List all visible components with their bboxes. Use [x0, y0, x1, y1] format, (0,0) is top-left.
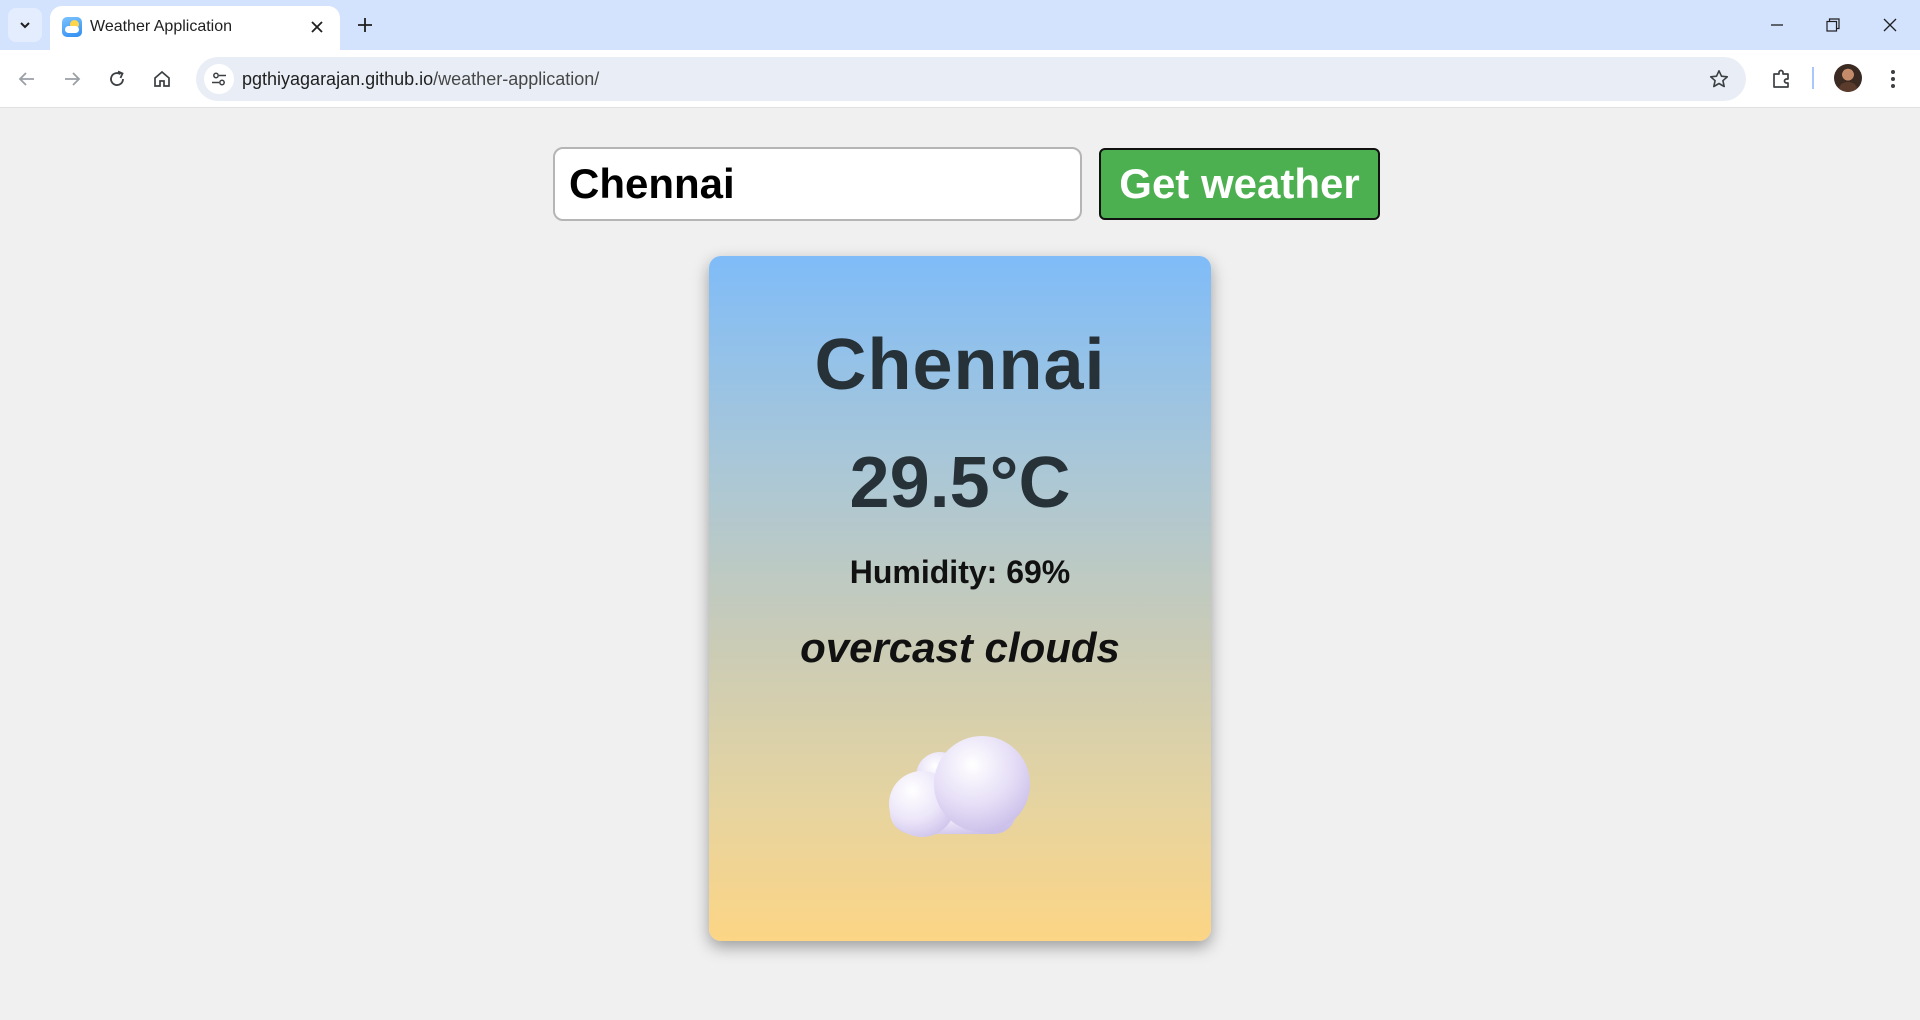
tune-icon — [212, 72, 226, 86]
puzzle-icon — [1773, 69, 1789, 88]
restore-icon — [1826, 18, 1840, 32]
profile-avatar[interactable] — [1834, 64, 1862, 92]
url-path: /weather-application/ — [433, 69, 600, 89]
more-vert-icon — [1891, 70, 1895, 88]
active-tab[interactable]: Weather Application — [50, 6, 340, 50]
reload-button[interactable] — [102, 64, 132, 94]
menu-button[interactable] — [1878, 64, 1908, 94]
weather-favicon-icon — [62, 17, 82, 37]
tab-search-button[interactable] — [8, 8, 42, 42]
forward-button[interactable] — [57, 64, 87, 94]
cloud-icon — [889, 736, 1030, 837]
minimize-icon — [1771, 24, 1783, 26]
reload-icon — [110, 70, 124, 86]
city-name: Chennai — [814, 325, 1106, 405]
browser-toolbar: pgthiyagarajan.github.io/weather-applica… — [0, 50, 1920, 108]
arrow-right-icon — [65, 72, 81, 86]
site-info-button[interactable] — [204, 64, 234, 94]
minimize-button[interactable] — [1764, 12, 1790, 38]
address-bar[interactable]: pgthiyagarajan.github.io/weather-applica… — [196, 57, 1746, 101]
chevron-down-icon — [20, 22, 30, 29]
star-icon — [1709, 70, 1729, 88]
tab-close-button[interactable] — [306, 16, 328, 38]
get-weather-button[interactable]: Get weather — [1099, 148, 1380, 220]
back-button[interactable] — [12, 64, 42, 94]
new-tab-button[interactable] — [352, 12, 378, 38]
url-text: pgthiyagarajan.github.io/weather-applica… — [242, 69, 599, 90]
weather-description: overcast clouds — [800, 624, 1120, 671]
humidity: Humidity: 69% — [849, 554, 1071, 590]
home-button[interactable] — [147, 64, 177, 94]
extensions-button[interactable] — [1767, 64, 1797, 94]
home-icon — [154, 70, 170, 87]
temperature: 29.5°C — [849, 443, 1071, 523]
close-icon — [1883, 18, 1897, 32]
url-host: pgthiyagarajan.github.io — [242, 69, 434, 89]
close-window-button[interactable] — [1877, 12, 1903, 38]
bookmark-button[interactable] — [1706, 66, 1732, 92]
toolbar-divider — [1812, 67, 1814, 89]
plus-icon — [358, 18, 372, 32]
restore-button[interactable] — [1820, 12, 1846, 38]
city-search-input[interactable] — [553, 147, 1082, 221]
arrow-left-icon — [18, 72, 34, 86]
tab-title: Weather Application — [90, 18, 233, 35]
close-icon — [311, 21, 323, 33]
weather-card: Chennai 29.5°C Humidity: 69% overcast cl… — [709, 256, 1211, 941]
tab-strip: Weather Application — [0, 0, 1920, 50]
